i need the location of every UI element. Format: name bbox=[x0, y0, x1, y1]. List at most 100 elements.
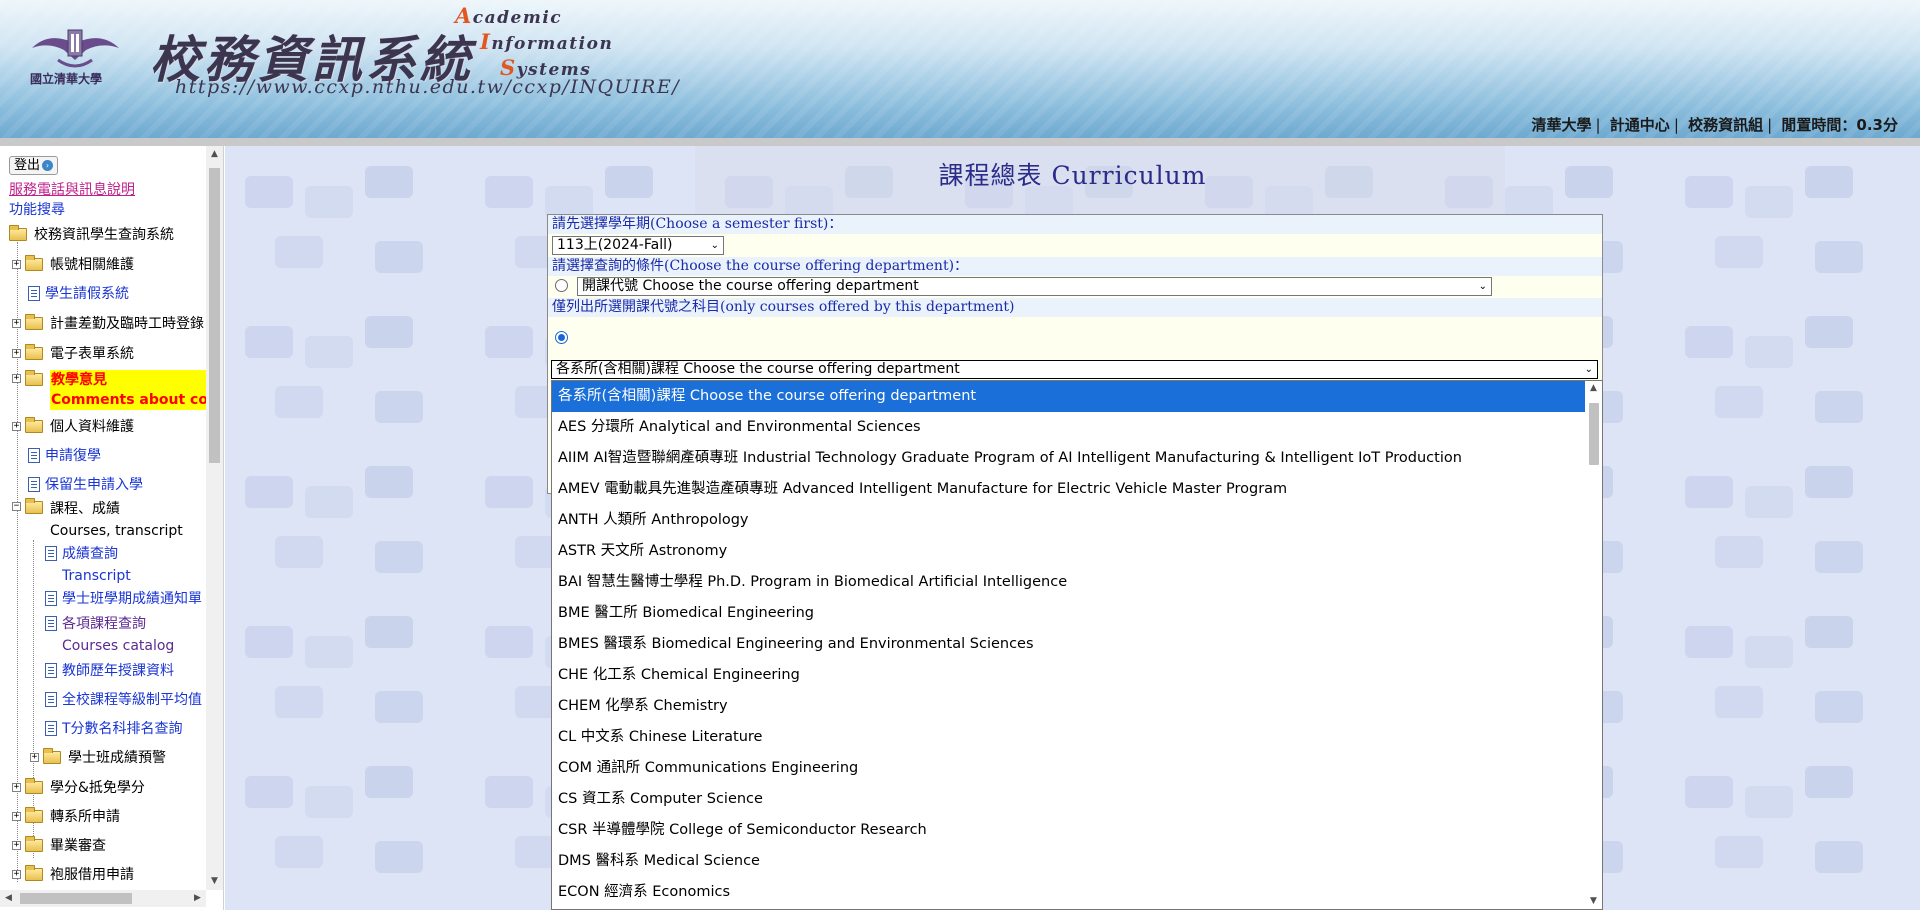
system-en-rest-a: cademic bbox=[472, 8, 563, 28]
scroll-right-icon[interactable]: ▶ bbox=[189, 890, 206, 907]
sidebar-item-attendance[interactable]: + 計畫差勤及臨時工時登錄 bbox=[12, 313, 204, 333]
sidebar-item-grade-warning[interactable]: + 學士班成績預警 bbox=[30, 747, 166, 767]
semester-select[interactable]: 113上(2024-Fall) ⌄ bbox=[552, 236, 724, 255]
sidebar-item-sublabel[interactable]: Transcript bbox=[62, 565, 131, 587]
sidebar-item-label[interactable]: 成績查詢 bbox=[62, 543, 131, 565]
sidebar-item-grade-average[interactable]: 全校課程等級制平均值 bbox=[45, 689, 202, 709]
dept-code-select[interactable]: 開課代號 Choose the course offering departme… bbox=[577, 277, 1492, 296]
dropdown-option[interactable]: CL 中文系 Chinese Literature bbox=[552, 722, 1586, 753]
expand-icon[interactable]: + bbox=[12, 374, 21, 383]
link-academic-info-division[interactable]: 校務資訊組 bbox=[1688, 116, 1763, 134]
dropdown-option[interactable]: ECON 經濟系 Economics bbox=[552, 877, 1586, 908]
scroll-left-icon[interactable]: ◀ bbox=[0, 890, 17, 907]
dropdown-scrollbar[interactable]: ▲ ▼ bbox=[1585, 381, 1602, 909]
sidebar-item-transfer[interactable]: + 轉系所申請 bbox=[12, 806, 120, 826]
sidebar-item-course-catalog[interactable]: 各項課程查詢 Courses catalog bbox=[45, 613, 174, 657]
sidebar-item-label: 畢業審查 bbox=[50, 838, 106, 854]
sidebar-item-label[interactable]: 各項課程查詢 bbox=[62, 613, 174, 635]
sidebar-vertical-scrollbar[interactable]: ▲ ▼ bbox=[206, 146, 223, 890]
folder-icon bbox=[25, 864, 43, 881]
dropdown-option[interactable]: 各系所(含相關)課程 Choose the course offering de… bbox=[552, 381, 1586, 412]
dropdown-option[interactable]: COM 通訊所 Communications Engineering bbox=[552, 753, 1586, 784]
all-dept-select[interactable]: 各系所(含相關)課程 Choose the course offering de… bbox=[551, 360, 1598, 379]
all-dept-select-value: 各系所(含相關)課程 Choose the course offering de… bbox=[556, 361, 960, 377]
expand-icon[interactable]: + bbox=[12, 869, 21, 879]
sidebar-item-comments[interactable]: + 教學意見 Comments about courses bbox=[12, 370, 206, 410]
sidebar-item-eforms[interactable]: + 電子表單系統 bbox=[12, 343, 134, 363]
dropdown-option[interactable]: AMEV 電動載具先進製造產碩專班 Advanced Intelligent M… bbox=[552, 474, 1586, 505]
chevron-down-icon: ⌄ bbox=[710, 240, 719, 251]
folder-icon bbox=[25, 343, 43, 360]
dropdown-option[interactable]: CSR 半導體學院 College of Semiconductor Resea… bbox=[552, 815, 1586, 846]
sidebar-item-sublabel[interactable]: Courses catalog bbox=[62, 635, 174, 657]
sidebar-item-credits[interactable]: + 學分&抵免學分 bbox=[12, 777, 145, 797]
collapse-icon[interactable]: − bbox=[12, 502, 21, 511]
sidebar-item-label[interactable]: 保留生申請入學 bbox=[45, 474, 143, 494]
scroll-down-icon[interactable]: ▼ bbox=[1585, 894, 1602, 909]
sidebar-item-label[interactable]: 學生請假系統 bbox=[45, 283, 129, 303]
system-en-cap-a: A bbox=[455, 3, 473, 28]
department-dropdown-list[interactable]: 各系所(含相關)課程 Choose the course offering de… bbox=[551, 380, 1603, 910]
expand-icon[interactable]: + bbox=[12, 421, 21, 431]
sidebar-item-courses[interactable]: − 課程、成績 Courses, transcript bbox=[12, 498, 183, 542]
expand-icon[interactable]: + bbox=[12, 318, 21, 328]
sidebar-item-label[interactable]: 全校課程等級制平均值 bbox=[62, 689, 202, 709]
scroll-up-icon[interactable]: ▲ bbox=[1585, 381, 1602, 396]
dropdown-option[interactable]: AIIM AI智造暨聯網產碩專班 Industrial Technology G… bbox=[552, 443, 1586, 474]
tree-root-label: 校務資訊學生查詢系統 bbox=[34, 227, 174, 243]
sidebar-item-label[interactable]: 教師歷年授課資料 bbox=[62, 660, 174, 680]
dropdown-option[interactable]: CS 資工系 Computer Science bbox=[552, 784, 1586, 815]
scroll-down-icon[interactable]: ▼ bbox=[206, 873, 223, 890]
expand-icon[interactable]: + bbox=[12, 348, 21, 358]
dropdown-option[interactable]: ASTR 天文所 Astronomy bbox=[552, 536, 1586, 567]
logout-button[interactable]: 登出 › bbox=[9, 156, 59, 175]
service-info-link[interactable]: 服務電話與訊息說明 bbox=[9, 179, 135, 199]
all-dept-radio[interactable] bbox=[555, 331, 568, 344]
sidebar-item-label: 電子表單系統 bbox=[50, 346, 134, 362]
sidebar-item-label[interactable]: 學士班學期成績通知單 bbox=[62, 588, 202, 608]
scroll-up-icon[interactable]: ▲ bbox=[206, 146, 223, 163]
sidebar-item-label[interactable]: 申請復學 bbox=[45, 445, 101, 465]
scrollbar-thumb[interactable] bbox=[1589, 403, 1599, 465]
expand-icon[interactable]: + bbox=[12, 259, 21, 269]
expand-icon[interactable]: + bbox=[30, 752, 39, 762]
document-icon bbox=[45, 691, 57, 707]
expand-icon[interactable]: + bbox=[12, 840, 21, 850]
link-computer-center[interactable]: 計通中心 bbox=[1610, 116, 1670, 134]
sidebar-item-personal[interactable]: + 個人資料維護 bbox=[12, 416, 134, 436]
sidebar-item-reinstate[interactable]: 申請復學 bbox=[28, 445, 101, 465]
sidebar-item-transcript[interactable]: 成績查詢 Transcript bbox=[45, 543, 131, 587]
sidebar-item-teacher-history[interactable]: 教師歷年授課資料 bbox=[45, 660, 174, 680]
dropdown-option[interactable]: DMS 醫科系 Medical Science bbox=[552, 846, 1586, 877]
semester-row: 113上(2024-Fall) ⌄ bbox=[548, 234, 1602, 257]
sidebar-item-sublabel: Courses, transcript bbox=[50, 523, 183, 539]
expand-icon[interactable]: + bbox=[12, 782, 21, 792]
sidebar-item-leave[interactable]: 學生請假系統 bbox=[28, 283, 129, 303]
dropdown-option[interactable]: BAI 智慧生醫博士學程 Ph.D. Program in Biomedical… bbox=[552, 567, 1586, 598]
sidebar-item-reserve-admission[interactable]: 保留生申請入學 bbox=[28, 474, 143, 494]
spacer-row bbox=[548, 317, 1602, 347]
dropdown-option[interactable]: BME 醫工所 Biomedical Engineering bbox=[552, 598, 1586, 629]
sidebar-item-t-score[interactable]: T分數名科排名查詢 bbox=[45, 718, 183, 738]
dept-code-radio[interactable] bbox=[555, 279, 568, 292]
document-icon bbox=[45, 662, 57, 678]
dropdown-option[interactable]: AES 分環所 Analytical and Environmental Sci… bbox=[552, 412, 1586, 443]
scrollbar-thumb[interactable] bbox=[209, 168, 220, 463]
dropdown-option[interactable]: CHEM 化學系 Chemistry bbox=[552, 691, 1586, 722]
dropdown-option[interactable]: BMES 醫環系 Biomedical Engineering and Envi… bbox=[552, 629, 1586, 660]
expand-icon[interactable]: + bbox=[12, 811, 21, 821]
link-nthu[interactable]: 清華大學 bbox=[1531, 116, 1591, 134]
tree-root[interactable]: 校務資訊學生查詢系統 bbox=[9, 224, 174, 244]
sidebar-item-gown[interactable]: + 袍服借用申請 bbox=[12, 864, 134, 884]
dropdown-option[interactable]: CHE 化工系 Chemical Engineering bbox=[552, 660, 1586, 691]
sidebar-item-label[interactable]: T分數名科排名查詢 bbox=[62, 718, 183, 738]
dropdown-option[interactable]: ANTH 人類所 Anthropology bbox=[552, 505, 1586, 536]
sidebar-horizontal-scrollbar[interactable]: ◀ ▶ bbox=[0, 890, 206, 907]
sidebar-item-graduation[interactable]: + 畢業審查 bbox=[12, 835, 106, 855]
sidebar-item-grade-notice[interactable]: 學士班學期成績通知單 bbox=[45, 588, 202, 608]
sidebar-item-account[interactable]: + 帳號相關維護 bbox=[12, 254, 134, 274]
function-search-link[interactable]: 功能搜尋 bbox=[9, 199, 65, 219]
dept-code-select-value: 開課代號 Choose the course offering departme… bbox=[582, 278, 919, 294]
condition-prompt: 請選擇查詢的條件(Choose the course offering depa… bbox=[548, 257, 1602, 276]
scrollbar-thumb[interactable] bbox=[20, 893, 132, 904]
